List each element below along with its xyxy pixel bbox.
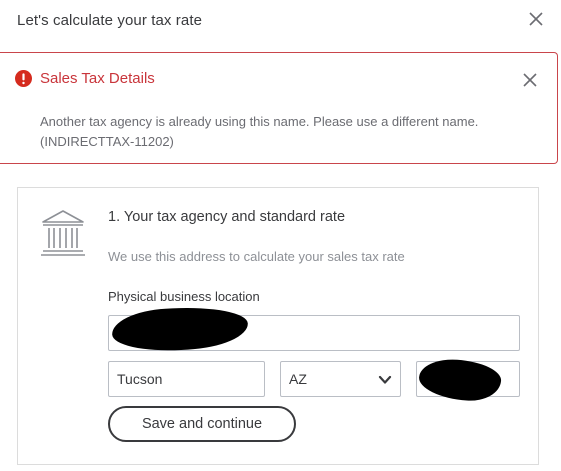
location-label: Physical business location bbox=[108, 289, 260, 304]
close-icon[interactable] bbox=[525, 8, 547, 30]
save-and-continue-button[interactable]: Save and continue bbox=[108, 406, 296, 442]
state-select[interactable]: AZ bbox=[280, 361, 401, 397]
error-icon bbox=[15, 70, 32, 87]
section-description: We use this address to calculate your sa… bbox=[108, 249, 405, 264]
alert-title: Sales Tax Details bbox=[40, 70, 155, 87]
state-value: AZ bbox=[289, 371, 307, 387]
tax-agency-card: 1. Your tax agency and standard rate We … bbox=[17, 187, 539, 465]
chevron-down-icon bbox=[378, 373, 392, 385]
dialog-header: Let's calculate your tax rate bbox=[0, 0, 561, 46]
section-title: 1. Your tax agency and standard rate bbox=[108, 209, 346, 225]
city-input[interactable] bbox=[108, 361, 265, 397]
bank-building-icon bbox=[39, 208, 87, 258]
close-icon[interactable] bbox=[521, 71, 539, 89]
address-input[interactable] bbox=[108, 315, 520, 351]
alert-message: Another tax agency is already using this… bbox=[40, 114, 479, 149]
error-alert: Sales Tax Details Another tax agency is … bbox=[0, 52, 558, 164]
zip-input[interactable] bbox=[416, 361, 520, 397]
dialog-title: Let's calculate your tax rate bbox=[17, 12, 203, 29]
